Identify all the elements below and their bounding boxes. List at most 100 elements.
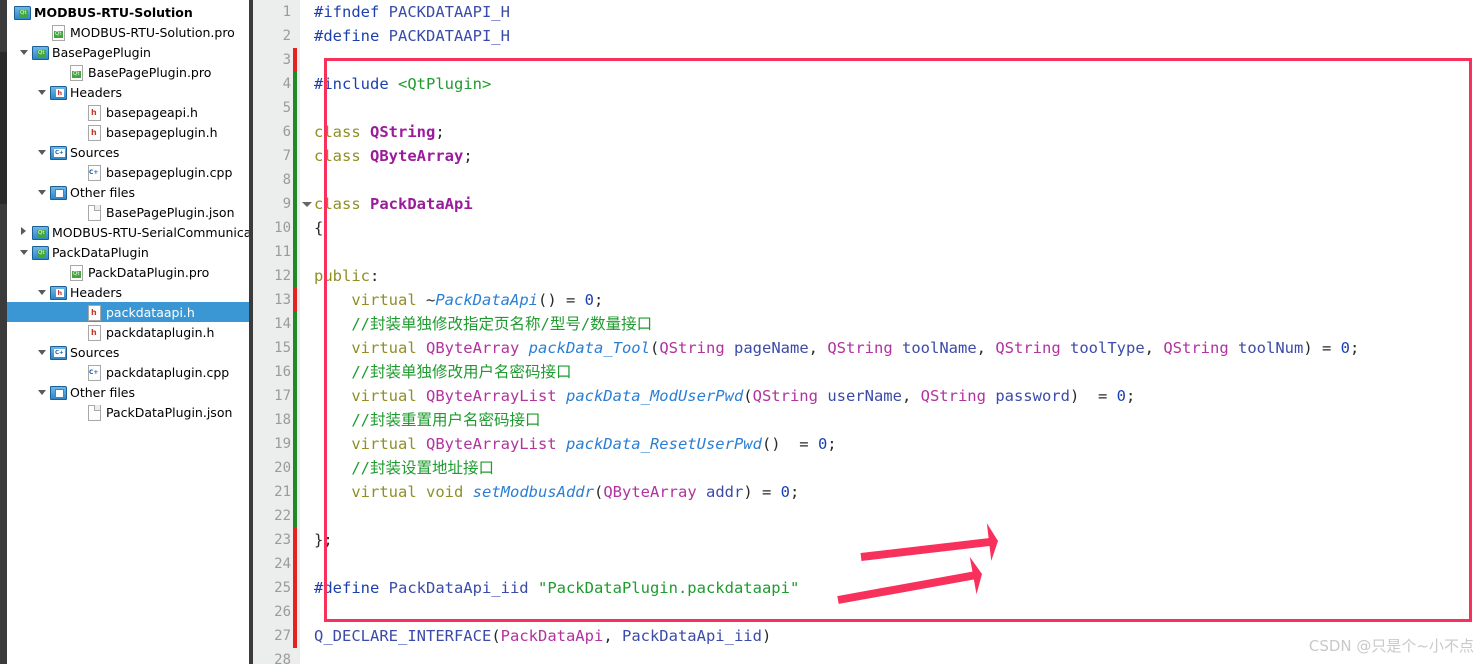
tree-item-sources[interactable]: Sources bbox=[0, 142, 253, 162]
code-line[interactable]: //封装设置地址接口 bbox=[314, 456, 1484, 480]
code-token-num: 0 bbox=[780, 483, 790, 501]
code-line[interactable]: //封装重置用户名密码接口 bbox=[314, 408, 1484, 432]
code-line[interactable] bbox=[314, 504, 1484, 528]
code-token-pln bbox=[1229, 339, 1238, 357]
code-token-typ: QByteArrayList bbox=[425, 435, 557, 453]
code-line[interactable]: #define PackDataApi_iid "PackDataPlugin.… bbox=[314, 576, 1484, 600]
code-token-macro: PackDataApi_iid bbox=[388, 579, 529, 597]
file-h-icon bbox=[85, 124, 102, 141]
chevron-down-icon[interactable] bbox=[36, 142, 49, 162]
tree-item-packdataapi-h[interactable]: packdataapi.h bbox=[0, 302, 253, 322]
chevron-down-icon[interactable] bbox=[18, 242, 31, 262]
tree-item-basepageplugin-pro[interactable]: BasePagePlugin.pro bbox=[0, 62, 253, 82]
code-token-fn: packData_ModUserPwd bbox=[565, 387, 744, 405]
code-token-num: 0 bbox=[1340, 339, 1350, 357]
chevron-down-icon[interactable] bbox=[36, 182, 49, 202]
tree-item-basepageplugin[interactable]: BasePagePlugin bbox=[0, 42, 253, 62]
code-line[interactable]: public: bbox=[314, 264, 1484, 288]
code-token-pp: #ifndef bbox=[314, 3, 389, 21]
code-text-area[interactable]: #ifndef PACKDATAAPI_H #define PACKDATAAPI… bbox=[314, 0, 1484, 666]
code-line[interactable]: #define PACKDATAAPI_H bbox=[314, 24, 1484, 48]
code-line[interactable]: virtual QByteArrayList packData_ResetUse… bbox=[314, 432, 1484, 456]
tree-item-other-files[interactable]: Other files bbox=[0, 182, 253, 202]
tree-item-packdataplugin[interactable]: PackDataPlugin bbox=[0, 242, 253, 262]
tree-item-label: packdataplugin.cpp bbox=[106, 364, 230, 380]
code-line[interactable]: virtual void setModbusAddr(QByteArray ad… bbox=[314, 480, 1484, 504]
tree-item-headers[interactable]: Headers bbox=[0, 282, 253, 302]
tree-item-packdataplugin-cpp[interactable]: packdataplugin.cpp bbox=[0, 362, 253, 382]
code-token-pln bbox=[725, 339, 734, 357]
code-line[interactable]: class QByteArray; bbox=[314, 144, 1484, 168]
code-token-var: toolNum bbox=[1238, 339, 1304, 357]
chevron-right-icon[interactable] bbox=[18, 222, 31, 242]
code-token-kw: void bbox=[425, 483, 464, 501]
tree-item-modbus-rtu-solution-pro[interactable]: MODBUS-RTU-Solution.pro bbox=[0, 22, 253, 42]
project-tree-sidebar[interactable]: MODBUS-RTU-Solution MODBUS-RTU-Solution.p… bbox=[0, 0, 253, 666]
chevron-down-icon[interactable] bbox=[36, 82, 49, 102]
code-token-pln: ( bbox=[649, 339, 660, 357]
folder-h-icon bbox=[49, 284, 67, 300]
code-token-pln: ( bbox=[743, 387, 753, 405]
code-token-kw: class bbox=[314, 123, 370, 141]
code-token-macro: PACKDATAAPI_H bbox=[388, 27, 510, 45]
code-line[interactable] bbox=[314, 48, 1484, 72]
code-line[interactable]: virtual ~PackDataApi() = 0; bbox=[314, 288, 1484, 312]
code-line[interactable] bbox=[314, 96, 1484, 120]
code-line[interactable]: class QString; bbox=[314, 120, 1484, 144]
tree-item-label: PackDataPlugin.json bbox=[106, 404, 233, 420]
code-line[interactable]: virtual QByteArray packData_Tool(QString… bbox=[314, 336, 1484, 360]
tree-item-label: Headers bbox=[70, 84, 123, 100]
tree-item-sources[interactable]: Sources bbox=[0, 342, 253, 362]
code-token-pln: ; bbox=[435, 123, 445, 141]
code-line[interactable]: }; bbox=[314, 528, 1484, 552]
code-line[interactable]: //封装单独修改指定页名称/型号/数量接口 bbox=[314, 312, 1484, 336]
code-token-pln: ; bbox=[827, 435, 837, 453]
code-line[interactable] bbox=[314, 240, 1484, 264]
chevron-down-icon[interactable] bbox=[18, 42, 31, 62]
tree-item-modbus-rtu-serialcommunication[interactable]: MODBUS-RTU-SerialCommunication bbox=[0, 222, 253, 242]
code-line[interactable]: class PackDataApi bbox=[314, 192, 1484, 216]
code-line[interactable] bbox=[314, 552, 1484, 576]
code-line[interactable]: #include <QtPlugin> bbox=[314, 72, 1484, 96]
code-token-typ: QString bbox=[752, 387, 818, 405]
tree-item-label: PackDataPlugin.pro bbox=[88, 264, 210, 280]
tree-item-packdataplugin-pro[interactable]: PackDataPlugin.pro bbox=[0, 262, 253, 282]
tree-item-headers[interactable]: Headers bbox=[0, 82, 253, 102]
tree-item-basepageapi-h[interactable]: basepageapi.h bbox=[0, 102, 253, 122]
code-token-pln: ; bbox=[790, 483, 800, 501]
code-token-var: pageName bbox=[734, 339, 809, 357]
code-token-pln: ~ bbox=[425, 291, 436, 309]
code-token-str: "PackDataPlugin.packdataapi" bbox=[537, 579, 800, 597]
code-token-typ: QString bbox=[1163, 339, 1229, 357]
code-token-fn: setModbusAddr bbox=[472, 483, 594, 501]
code-line[interactable] bbox=[314, 168, 1484, 192]
code-line[interactable]: { bbox=[314, 216, 1484, 240]
file-qt-icon bbox=[49, 24, 66, 41]
tree-item-basepageplugin-json[interactable]: BasePagePlugin.json bbox=[0, 202, 253, 222]
left-edge-scroll-thumb[interactable] bbox=[0, 52, 7, 204]
code-line[interactable] bbox=[314, 600, 1484, 624]
code-line[interactable]: //封装单独修改用户名密码接口 bbox=[314, 360, 1484, 384]
chevron-down-icon[interactable] bbox=[36, 282, 49, 302]
tree-item-basepageplugin-cpp[interactable]: basepageplugin.cpp bbox=[0, 162, 253, 182]
fold-collapse-icon[interactable] bbox=[302, 192, 313, 216]
tree-item-packdataplugin-json[interactable]: PackDataPlugin.json bbox=[0, 402, 253, 422]
code-token-pln: , bbox=[901, 387, 921, 405]
qt-creator-window: MODBUS-RTU-Solution MODBUS-RTU-Solution.p… bbox=[0, 0, 1484, 666]
chevron-down-icon[interactable] bbox=[36, 342, 49, 362]
code-editor[interactable]: 1 2 3 4 5 6 7 8 9 10 11 12 13 14 15 16 17 18 19 20 21 22 23 24 2… bbox=[253, 0, 1484, 666]
tree-item-other-files[interactable]: Other files bbox=[0, 382, 253, 402]
code-line[interactable]: #ifndef PACKDATAAPI_H bbox=[314, 0, 1484, 24]
code-token-pln bbox=[893, 339, 902, 357]
code-line[interactable]: virtual QByteArrayList packData_ModUserP… bbox=[314, 384, 1484, 408]
file-json-icon bbox=[85, 404, 102, 421]
chevron-down-icon[interactable] bbox=[36, 382, 49, 402]
code-token-pln: ( bbox=[491, 627, 501, 645]
tree-item-packdataplugin-h[interactable]: packdataplugin.h bbox=[0, 322, 253, 342]
code-token-fn: PackDataApi bbox=[435, 291, 538, 309]
tree-item-basepageplugin-h[interactable]: basepageplugin.h bbox=[0, 122, 253, 142]
tree-item-modbus-rtu-solution[interactable]: MODBUS-RTU-Solution bbox=[0, 2, 253, 22]
